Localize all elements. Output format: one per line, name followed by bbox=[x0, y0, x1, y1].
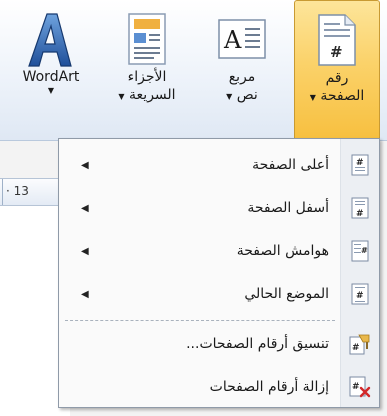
quick-parts-button[interactable]: الأجزاء السريعة ▼ bbox=[104, 0, 190, 136]
submenu-arrow-icon: ◀ bbox=[81, 245, 89, 257]
chevron-down-icon: ▼ bbox=[47, 86, 55, 95]
svg-text:#: # bbox=[356, 291, 364, 301]
ruler-value: · 13 bbox=[6, 184, 29, 198]
page-margins-icon: # bbox=[349, 240, 371, 262]
menu-separator bbox=[65, 320, 335, 321]
submenu-arrow-icon: ◀ bbox=[81, 159, 89, 171]
page-number-icon: # bbox=[317, 11, 357, 69]
text-box-icon: A bbox=[217, 10, 267, 68]
chevron-down-icon: ▼ bbox=[118, 92, 125, 101]
menu-item-current-position[interactable]: ◀ الموضع الحالي # bbox=[59, 274, 379, 314]
submenu-arrow-icon: ◀ bbox=[81, 202, 89, 214]
svg-text:#: # bbox=[352, 382, 360, 392]
menu-item-label: إزالة أرقام الصفحات bbox=[209, 379, 329, 395]
format-page-numbers-icon: # bbox=[349, 333, 371, 355]
menu-item-label: الموضع الحالي bbox=[244, 286, 329, 302]
remove-page-numbers-icon: # bbox=[349, 376, 371, 398]
text-box-button[interactable]: A مربع نص ▼ bbox=[198, 0, 286, 136]
menu-item-label: أسفل الصفحة bbox=[247, 200, 329, 216]
menu-item-format-page-numbers[interactable]: تنسيق أرقام الصفحات... # bbox=[59, 324, 379, 364]
page-number-label-2: الصفحة ▼ bbox=[309, 88, 365, 104]
wordart-icon bbox=[25, 10, 77, 68]
page-number-menu: ◀ أعلى الصفحة # ◀ أسفل الصفحة # ◀ هوامش … bbox=[58, 138, 380, 408]
text-box-label-1: مربع bbox=[228, 69, 256, 85]
svg-text:#: # bbox=[330, 43, 343, 61]
menu-item-bottom-of-page[interactable]: ◀ أسفل الصفحة # bbox=[59, 188, 379, 228]
menu-item-page-margins[interactable]: ◀ هوامش الصفحة # bbox=[59, 231, 379, 271]
chevron-down-icon: ▼ bbox=[226, 92, 233, 101]
current-position-icon: # bbox=[349, 283, 371, 305]
menu-item-remove-page-numbers[interactable]: إزالة أرقام الصفحات # bbox=[59, 367, 379, 407]
quick-parts-icon bbox=[127, 10, 167, 68]
svg-text:A: A bbox=[223, 26, 242, 54]
submenu-arrow-icon: ◀ bbox=[81, 288, 89, 300]
wordart-label: WordArt bbox=[22, 69, 80, 85]
quick-parts-label-1: الأجزاء bbox=[127, 69, 167, 85]
ruler-tick bbox=[2, 179, 3, 205]
svg-text:#: # bbox=[356, 209, 364, 219]
menu-item-label: أعلى الصفحة bbox=[252, 157, 329, 173]
page-bottom-icon: # bbox=[349, 197, 371, 219]
page-number-label-1: رقم bbox=[325, 70, 349, 86]
svg-text:#: # bbox=[352, 343, 360, 353]
chevron-down-icon: ▼ bbox=[309, 93, 316, 102]
svg-text:#: # bbox=[356, 158, 364, 168]
page-number-button[interactable]: # رقم الصفحة ▼ bbox=[294, 0, 380, 138]
wordart-button[interactable]: WordArt ▼ bbox=[4, 0, 98, 136]
menu-item-top-of-page[interactable]: ◀ أعلى الصفحة # bbox=[59, 145, 379, 185]
page-top-icon: # bbox=[349, 154, 371, 176]
quick-parts-label-2: السريعة ▼ bbox=[118, 87, 176, 103]
text-box-label-2: نص ▼ bbox=[226, 87, 258, 103]
ribbon-insert-group: WordArt ▼ الأجزاء السريعة ▼ A مربع نص ▼ … bbox=[0, 0, 387, 141]
svg-text:#: # bbox=[361, 246, 368, 255]
menu-item-label: تنسيق أرقام الصفحات... bbox=[186, 336, 329, 352]
menu-item-label: هوامش الصفحة bbox=[236, 243, 329, 259]
